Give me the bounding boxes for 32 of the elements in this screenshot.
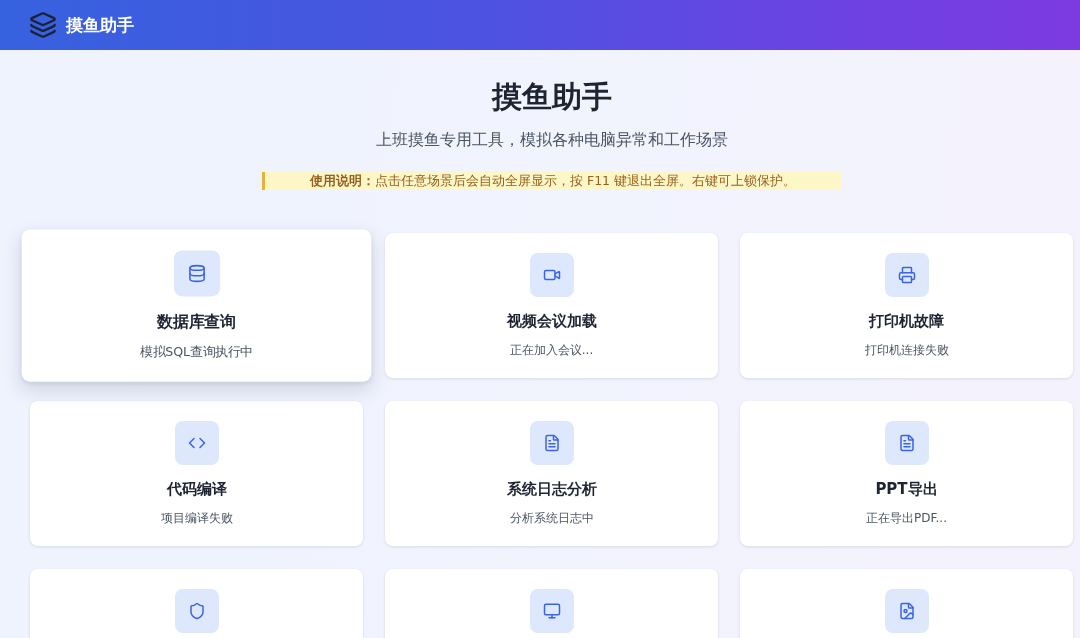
shield-icon — [174, 589, 219, 633]
scenario-title: 代码编译 — [166, 479, 227, 500]
layers-icon — [29, 11, 57, 39]
image-file-icon — [884, 589, 929, 633]
scenario-card[interactable]: 视频会议加载 正在加入会议... — [385, 233, 718, 378]
page-title: 摸鱼助手 — [491, 78, 612, 116]
video-camera-icon — [529, 253, 574, 297]
database-icon — [173, 250, 220, 297]
scenario-title: PPT导出 — [875, 479, 938, 500]
scenario-card[interactable]: 打印机故障 打印机连接失败 — [740, 233, 1073, 378]
scenario-card[interactable]: 代码编译 项目编译失败 — [30, 401, 363, 546]
scenario-description: 模拟SQL查询执行中 — [139, 343, 254, 362]
printer-icon — [884, 253, 929, 297]
code-icon — [174, 421, 219, 465]
scenario-description: 正在加入会议... — [509, 342, 594, 359]
monitor-icon — [529, 589, 574, 633]
scenario-description: 打印机连接失败 — [864, 342, 949, 359]
scenario-title: 系统日志分析 — [506, 479, 597, 500]
scenario-description: 项目编译失败 — [160, 510, 233, 527]
scenario-card[interactable]: PPT导出 正在导出PDF... — [740, 401, 1073, 546]
scenario-title: 打印机故障 — [869, 311, 944, 332]
page-subtitle: 上班摸鱼专用工具，模拟各种电脑异常和工作场景 — [375, 129, 728, 151]
document-icon — [884, 421, 929, 465]
scenario-card[interactable]: 数据库查询 模拟SQL查询执行中 — [21, 229, 372, 382]
usage-notice: 使用说明：点击任意场景后会自动全屏显示，按 F11 键退出全屏。右键可上锁保护。 — [261, 172, 842, 190]
app-title: 摸鱼助手 — [66, 14, 134, 36]
document-icon — [529, 421, 574, 465]
scenario-title: 数据库查询 — [157, 311, 236, 334]
scenario-title: 视频会议加载 — [506, 311, 597, 332]
scenario-description: 正在导出PDF... — [866, 510, 947, 527]
scenario-description: 分析系统日志中 — [509, 510, 594, 527]
scenario-card[interactable]: 系统日志分析 分析系统日志中 — [385, 401, 718, 546]
